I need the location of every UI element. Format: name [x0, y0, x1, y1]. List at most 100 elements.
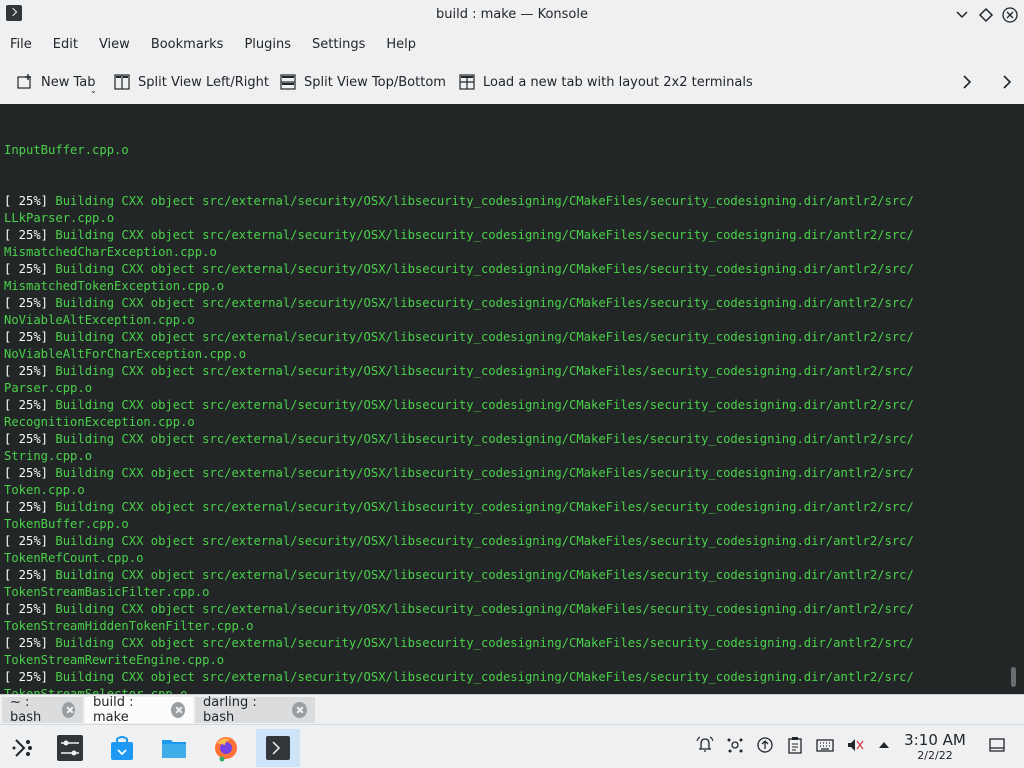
dolphin-taskbar-item[interactable]	[152, 729, 196, 767]
volume-muted-icon[interactable]	[846, 736, 864, 756]
menu-settings[interactable]: Settings	[312, 37, 365, 52]
discover-taskbar-item[interactable]	[100, 729, 144, 767]
app-launcher-button[interactable]	[0, 729, 44, 767]
new-tab-button[interactable]: New Tab	[16, 72, 96, 92]
build-progress: [ 25%]	[4, 466, 49, 480]
object-filename: RecognitionException.cpp.o	[4, 415, 195, 429]
terminal-output: InputBuffer.cpp.o [ 25%] Building CXX ob…	[4, 108, 914, 694]
diamond-icon	[978, 7, 994, 23]
menu-help[interactable]: Help	[386, 37, 416, 52]
object-filename: TokenStreamBasicFilter.cpp.o	[4, 585, 210, 599]
menu-file[interactable]: File	[10, 37, 32, 52]
toolbar-overflow-button[interactable]	[997, 72, 1017, 92]
build-message: Building CXX object src/external/securit…	[55, 262, 914, 276]
terminal-line: [ 25%] Building CXX object src/external/…	[4, 431, 914, 448]
build-message: Building CXX object src/external/securit…	[55, 636, 914, 650]
terminal-scrollbar[interactable]	[1011, 667, 1016, 687]
object-filename: Parser.cpp.o	[4, 381, 93, 395]
split-view-left-right-button[interactable]: Split View Left/Right	[113, 72, 269, 92]
toolbar: New Tab Split View Left/Right Split View…	[0, 62, 1024, 102]
new-tab-dropdown-indicator[interactable]: ⌄	[90, 86, 97, 95]
terminal-line: TokenStreamRewriteEngine.cpp.o	[4, 652, 914, 669]
clock[interactable]: 3:10 AM 2/2/22	[896, 731, 974, 763]
tab-darling-bash[interactable]: darling : bash	[195, 695, 315, 725]
folder-icon	[162, 740, 186, 758]
minimize-button[interactable]	[952, 5, 972, 25]
build-message: Building CXX object src/external/securit…	[55, 670, 914, 684]
tab-label: ~ : bash	[10, 695, 42, 725]
build-progress: [ 25%]	[4, 398, 49, 412]
build-message: Building CXX object src/external/securit…	[55, 194, 914, 208]
terminal-line: TokenBuffer.cpp.o	[4, 516, 914, 533]
object-filename: NoViableAltException.cpp.o	[4, 313, 195, 327]
maximize-button[interactable]	[976, 5, 996, 25]
build-progress: [ 25%]	[4, 500, 49, 514]
build-message: Building CXX object src/external/securit…	[55, 296, 914, 310]
terminal-line: MismatchedTokenException.cpp.o	[4, 278, 914, 295]
menu-edit[interactable]: Edit	[53, 37, 78, 52]
keyboard-icon[interactable]	[816, 736, 834, 756]
terminal-view[interactable]: InputBuffer.cpp.o [ 25%] Building CXX ob…	[0, 104, 1024, 694]
split-tb-label: Split View Top/Bottom	[304, 74, 446, 90]
notifications-icon[interactable]	[696, 736, 714, 756]
build-progress: [ 25%]	[4, 534, 49, 548]
toolbar-next-button[interactable]	[957, 72, 977, 92]
terminal-line: [ 25%] Building CXX object src/external/…	[4, 193, 914, 210]
close-button[interactable]	[1000, 5, 1020, 25]
menu-bookmarks[interactable]: Bookmarks	[151, 37, 224, 52]
build-progress: [ 25%]	[4, 228, 49, 242]
firefox-taskbar-item[interactable]	[204, 729, 248, 767]
build-message: Building CXX object src/external/securit…	[55, 330, 914, 344]
terminal-line: MismatchedCharException.cpp.o	[4, 244, 914, 261]
menu-view[interactable]: View	[99, 37, 130, 52]
terminal-line: TokenStreamHiddenTokenFilter.cpp.o	[4, 618, 914, 635]
layout-2x2-label: Load a new tab with layout 2x2 terminals	[483, 74, 753, 90]
build-progress: [ 25%]	[4, 636, 49, 650]
build-progress: [ 25%]	[4, 364, 49, 378]
build-message: Building CXX object src/external/securit…	[55, 364, 914, 378]
tray-expand-icon[interactable]	[875, 736, 893, 756]
tab-build-make[interactable]: build : make	[85, 695, 193, 725]
close-icon[interactable]	[171, 702, 185, 718]
terminal-line: [ 25%] Building CXX object src/external/…	[4, 601, 914, 618]
clock-time: 3:10 AM	[904, 731, 966, 749]
menu-plugins[interactable]: Plugins	[244, 37, 291, 52]
terminal-icon	[266, 736, 290, 760]
settings-icon	[57, 735, 83, 761]
terminal-line: InputBuffer.cpp.o	[4, 143, 129, 157]
object-filename: TokenBuffer.cpp.o	[4, 517, 129, 531]
kde-launcher-icon	[12, 739, 32, 757]
clock-date: 2/2/22	[917, 749, 953, 762]
tab-label: darling : bash	[203, 695, 257, 725]
terminal-line: NoViableAltForCharException.cpp.o	[4, 346, 914, 363]
load-layout-2x2-button[interactable]: Load a new tab with layout 2x2 terminals	[458, 72, 753, 92]
show-desktop-icon[interactable]	[988, 736, 1006, 756]
system-settings-taskbar-item[interactable]	[48, 729, 92, 767]
chevron-right-icon	[963, 75, 972, 89]
terminal-line: TokenStreamBasicFilter.cpp.o	[4, 584, 914, 601]
new-tab-icon	[17, 74, 31, 89]
updates-icon[interactable]	[756, 736, 774, 756]
object-filename: TokenRefCount.cpp.o	[4, 551, 144, 565]
close-icon	[1002, 7, 1018, 23]
build-message: Building CXX object src/external/securit…	[55, 534, 914, 548]
terminal-line: [ 25%] Building CXX object src/external/…	[4, 499, 914, 516]
object-filename: TokenStreamHiddenTokenFilter.cpp.o	[4, 619, 254, 633]
object-filename: LLkParser.cpp.o	[4, 211, 115, 225]
split-horizontal-icon	[114, 74, 130, 90]
terminal-line: [ 25%] Building CXX object src/external/…	[4, 227, 914, 244]
close-icon[interactable]	[62, 702, 75, 718]
konsole-taskbar-item[interactable]	[256, 729, 300, 767]
terminal-line: [ 25%] Building CXX object src/external/…	[4, 533, 914, 550]
split-vertical-icon	[280, 74, 296, 90]
clipboard-icon[interactable]	[786, 736, 804, 756]
terminal-line: [ 25%] Building CXX object src/external/…	[4, 363, 914, 380]
split-lr-label: Split View Left/Right	[138, 74, 270, 90]
tab-bash-home[interactable]: ~ : bash	[2, 695, 83, 725]
split-view-top-bottom-button[interactable]: Split View Top/Bottom	[279, 72, 446, 92]
close-icon[interactable]	[292, 702, 307, 718]
build-progress: [ 25%]	[4, 296, 49, 310]
connect-icon[interactable]	[726, 736, 744, 756]
terminal-line: String.cpp.o	[4, 448, 914, 465]
terminal-line: TokenRefCount.cpp.o	[4, 550, 914, 567]
